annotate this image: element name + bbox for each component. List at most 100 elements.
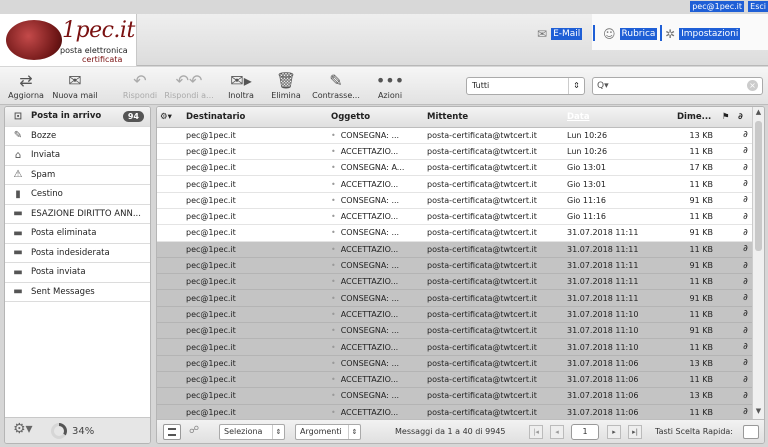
column-header-subject[interactable]: Oggetto (328, 107, 424, 128)
delete-label: Elimina (271, 91, 301, 100)
list-options-button[interactable] (163, 424, 181, 440)
nav-rubrica[interactable]: ☺ Rubrica (603, 23, 658, 45)
column-options-icon[interactable]: ⚙▾ (157, 107, 183, 128)
sidebar-item[interactable]: ▬ Posta indesiderata (5, 244, 150, 263)
table-row[interactable]: pec@1pec.it • CONSEGNA: ... posta-certifica… (157, 289, 753, 307)
sidebar-item[interactable]: ⚠ Spam (5, 166, 150, 185)
last-page-icon[interactable]: ▸| (628, 425, 642, 439)
unread-dot-icon[interactable]: • (331, 391, 336, 400)
cell-subject: • CONSEGNA: ... (328, 289, 424, 307)
cell-to: pec@1pec.it (183, 404, 328, 421)
flag-header-icon[interactable]: ⚑ (719, 107, 735, 128)
folder-settings-icon[interactable]: ⚙▾ (13, 421, 33, 437)
table-row[interactable]: pec@1pec.it • CONSEGNA: ... posta-certifica… (157, 192, 753, 209)
logout-link[interactable]: Esci (748, 1, 768, 12)
reply-button[interactable]: ↶ Rispondi (122, 71, 158, 100)
unread-dot-icon[interactable]: • (331, 326, 336, 335)
sidebar-item[interactable]: ⌂ Inviata (5, 146, 150, 166)
sidebar-item[interactable]: ✎ Bozze (5, 127, 150, 146)
table-row[interactable]: pec@1pec.it • CONSEGNA: A... posta-certific… (157, 159, 753, 177)
table-row[interactable]: pec@1pec.it • ACCETTAZIO... posta-certifica… (157, 338, 753, 356)
threads-dropdown[interactable]: Argomenti ⇕ (295, 424, 361, 440)
cell-subject: • ACCETTAZIO... (328, 273, 424, 291)
vertical-scrollbar[interactable]: ▲ ▼ (752, 107, 764, 419)
unread-dot-icon[interactable]: • (331, 261, 336, 270)
flag-cell (719, 338, 735, 356)
scroll-up-icon[interactable]: ▲ (753, 108, 764, 119)
sidebar-item[interactable]: ⊡ Posta in arrivo 94 (5, 107, 150, 127)
table-row[interactable]: pec@1pec.it • ACCETTAZIO... posta-certifica… (157, 208, 753, 226)
table-row[interactable]: pec@1pec.it • ACCETTAZIO... posta-certifica… (157, 273, 753, 291)
unread-dot-icon[interactable]: • (331, 228, 336, 237)
unread-dot-icon[interactable]: • (331, 163, 336, 172)
threads-toggle-icon[interactable]: ☍ (189, 425, 199, 436)
scrollbar-thumb[interactable] (755, 121, 762, 251)
column-header-from[interactable]: Mittente (424, 107, 564, 128)
unread-dot-icon[interactable]: • (331, 310, 336, 319)
logo[interactable]: 1pec.it posta elettronica certificata (0, 14, 137, 66)
search-input[interactable]: Q▾ × (592, 77, 763, 95)
unread-dot-icon[interactable]: • (331, 196, 336, 205)
select-dropdown[interactable]: Seleziona ⇕ (219, 424, 285, 440)
unread-dot-icon[interactable]: • (331, 294, 336, 303)
table-row[interactable]: pec@1pec.it • CONSEGNA: ... posta-certifica… (157, 257, 753, 275)
column-header-size[interactable]: Dime... (674, 107, 719, 128)
chevron-down-icon: ⇕ (272, 425, 284, 439)
table-row[interactable]: pec@1pec.it • ACCETTAZIO... posta-certifica… (157, 241, 753, 258)
user-link[interactable]: pec@1pec.it (690, 1, 744, 12)
sidebar-item[interactable]: ▬ Sent Messages (5, 283, 150, 302)
row-checkbox-cell (157, 338, 183, 356)
table-row[interactable]: pec@1pec.it • CONSEGNA: ... posta-certifica… (157, 355, 753, 372)
reply-all-button[interactable]: ↶↶ Rispondi a... (163, 71, 215, 100)
refresh-button[interactable]: ⇄ Aggiorna (8, 71, 44, 100)
column-header-to[interactable]: Destinatario (183, 107, 328, 128)
filter-select[interactable]: Tutti ⇕ (466, 77, 585, 95)
sidebar-item[interactable]: ▬ ESAZIONE DIRITTO ANN... (5, 205, 150, 224)
unread-dot-icon[interactable]: • (331, 359, 336, 368)
pen-icon: ✎ (329, 71, 343, 90)
table-row[interactable]: pec@1pec.it • ACCETTAZIO... posta-certifica… (157, 404, 753, 421)
nav-settings[interactable]: ✲ Impostazioni (665, 23, 741, 45)
unread-dot-icon[interactable]: • (331, 245, 336, 254)
keyboard-icon[interactable] (743, 425, 759, 439)
table-row[interactable]: pec@1pec.it • CONSEGNA: ... posta-certifica… (157, 224, 753, 242)
next-page-icon[interactable]: ▸ (607, 425, 621, 439)
quota-indicator: 34% (51, 423, 94, 439)
table-row[interactable]: pec@1pec.it • ACCETTAZIO... posta-certifica… (157, 306, 753, 324)
prev-page-icon[interactable]: ◂ (550, 425, 564, 439)
table-row[interactable]: pec@1pec.it • ACCETTAZIO... posta-certifica… (157, 371, 753, 389)
clear-search-icon[interactable]: × (747, 80, 758, 91)
forward-button[interactable]: ✉▸ Inoltra (222, 71, 260, 100)
sidebar-item[interactable]: ▬ Posta eliminata (5, 224, 150, 244)
unread-dot-icon[interactable]: • (331, 375, 336, 384)
attachment-icon: ∂ (735, 208, 753, 226)
nav-mail[interactable]: ✉ E-Mail (537, 23, 583, 45)
table-row[interactable]: pec@1pec.it • ACCETTAZIO... posta-certifica… (157, 175, 753, 193)
table-row[interactable]: pec@1pec.it • CONSEGNA: ... posta-certifica… (157, 127, 753, 144)
page-input[interactable]: 1 (571, 424, 599, 440)
first-page-icon[interactable]: |◂ (529, 425, 543, 439)
new-mail-button[interactable]: ✉ Nuova mail (50, 71, 100, 100)
scroll-down-icon[interactable]: ▼ (753, 407, 764, 418)
mark-button[interactable]: ✎ Contrasse... (312, 71, 360, 100)
more-dots-icon: ••• (375, 71, 405, 90)
sidebar-item-label: Spam (31, 169, 56, 180)
table-row[interactable]: pec@1pec.it • CONSEGNA: ... posta-certifica… (157, 322, 753, 340)
unread-dot-icon[interactable]: • (331, 343, 336, 352)
nav-mail-label: E-Mail (551, 28, 583, 40)
unread-dot-icon[interactable]: • (331, 212, 336, 221)
delete-button[interactable]: 🗑 Elimina (268, 71, 304, 100)
unread-dot-icon[interactable]: • (331, 408, 336, 417)
table-row[interactable]: pec@1pec.it • CONSEGNA: ... posta-certifica… (157, 387, 753, 405)
column-header-date[interactable]: Data (564, 107, 674, 128)
actions-button[interactable]: ••• Azioni (370, 71, 410, 100)
unread-dot-icon[interactable]: • (331, 147, 336, 156)
sidebar-item[interactable]: ▮ Cestino (5, 185, 150, 205)
sidebar-item[interactable]: ▬ Posta inviata (5, 263, 150, 283)
cell-from: posta-certificata@twtcert.it (424, 273, 564, 291)
unread-dot-icon[interactable]: • (331, 131, 336, 140)
table-row[interactable]: pec@1pec.it • ACCETTAZIO... posta-certifica… (157, 143, 753, 161)
attachment-header-icon[interactable]: ∂ (735, 107, 753, 128)
unread-dot-icon[interactable]: • (331, 180, 336, 189)
unread-dot-icon[interactable]: • (331, 277, 336, 286)
